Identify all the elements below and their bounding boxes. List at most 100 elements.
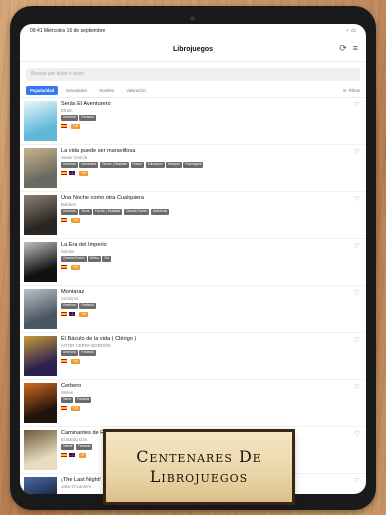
favorite-heart-icon[interactable]: ♡ [354,337,360,344]
age-rating-badge: +16 [71,264,80,270]
camera-dot [190,16,195,21]
age-rating-badge: +18 [71,123,80,129]
favorite-heart-icon[interactable]: ♡ [354,478,360,485]
book-cover [24,242,57,282]
genre-tag: Aventura [61,303,78,309]
banner-line-2: Librojuegos [149,467,249,486]
book-info: La Era del Imperio Soloks Ciencia Ficción B… [61,242,360,285]
book-author: Efrain [61,108,73,113]
genre-tags: Aventura Fantasía [61,303,360,309]
genre-tag: Ficción | Realidad [99,162,130,168]
favorite-heart-icon[interactable]: ♡ [354,243,360,250]
book-cover [24,430,57,470]
book-title: Una Noche como otra Cualquiera [61,195,145,201]
genre-tag: Terror [61,397,74,403]
genre-tags: Terror Fantasía [61,397,360,403]
search-input[interactable]: Buscar por título o autor [26,68,360,81]
book-row[interactable]: Montaraz Anónimo Aventura Fantasía +16 ♡ [20,286,366,333]
genre-tag: Fantasía [75,444,93,450]
book-meta: +18 [61,123,360,129]
genre-tag: Ciencia Ficción [123,209,150,215]
book-info: Serás El Aventurero Efrain Aventura Fantasí… [61,101,360,144]
status-right: ◔ ▭ [345,28,356,34]
genre-tag: Doméstica [79,162,99,168]
app-screen: 09:41 Miércoles 16 de septiembre ◔ ▭ Lib… [20,24,366,494]
favorite-heart-icon[interactable]: ♡ [354,384,360,391]
page-title: Librojuegos [172,46,214,53]
age-rating-badge: +18 [79,170,88,176]
book-author: Javier García [61,155,88,160]
book-cover [24,195,57,235]
tab-popularidad[interactable]: Popularidad [26,86,59,95]
book-cover [24,101,57,141]
filters-button[interactable]: ☰ Filtros [343,88,360,93]
favorite-heart-icon[interactable]: ♡ [354,149,360,156]
genre-tag: Fantasía [79,350,96,356]
battery-icon: ▭ [351,28,356,34]
status-time: 09:41 Miércoles 16 de septiembre [30,28,106,34]
promo-banner: Centenares De Librojuegos [106,432,292,502]
tab-valoracion[interactable]: Valoración [122,86,149,95]
genre-tag: Ficción | Realidad [93,209,123,215]
favorite-heart-icon[interactable]: ♡ [354,102,360,109]
genre-tags: Aventura Terror Ficción | Realidad Ciencia … [61,209,360,215]
uk-flag-icon [69,312,75,317]
book-row[interactable]: Serás El Aventurero Efrain Aventura Fantasí… [20,98,366,145]
book-row[interactable]: La Era del Imperio Soloks Ciencia Ficción B… [20,239,366,286]
favorite-heart-icon[interactable]: ♡ [354,290,360,297]
spain-flag-icon [61,312,67,317]
tab-novedades[interactable]: Novedades [62,86,91,95]
genre-tag: Humor [130,162,145,168]
book-cover [24,289,57,329]
genre-tag: Aventura [61,209,78,215]
book-meta: +16 [61,264,360,270]
favorite-heart-icon[interactable]: ♡ [354,196,360,203]
age-rating-badge: +6 [79,452,86,458]
book-cover [24,336,57,376]
tab-nombre[interactable]: Nombre [95,86,118,95]
genre-tag: Infantil [61,444,75,450]
genre-tag: Aventura [61,350,78,356]
book-cover [24,148,57,188]
genre-tag: Educación [145,162,165,168]
book-title: Cerbero [61,383,82,389]
book-info: Cerbero Sinles Terror Fantasía +16 [61,383,360,426]
genre-tag: Aventuras [150,209,170,215]
age-rating-badge: +16 [79,311,88,317]
book-title: El Báculo de la vida ( Clérigo ) [61,336,137,342]
genre-tags: Aventura Doméstica Ficción | Realidad Humor… [61,162,360,168]
favorite-heart-icon[interactable]: ♡ [354,431,360,438]
menu-icon[interactable]: ≡ [353,44,358,53]
spain-flag-icon [61,265,67,270]
book-meta: +18 [61,170,360,176]
genre-tag: Ciencia Ficción [61,256,87,262]
book-info: Una Noche como otra Cualquiera Baldren Ave… [61,195,360,238]
book-meta: +16 [61,311,360,317]
book-info: La vida puede ser maravillosa Javier Garc… [61,148,360,191]
genre-tag: Aventura [61,115,78,121]
book-row[interactable]: El Báculo de la vida ( Clérigo ) AITOR CE… [20,333,366,380]
book-author: Baldren [61,202,77,207]
book-title: La vida puede ser maravillosa [61,148,136,154]
book-row[interactable]: Una Noche como otra Cualquiera Baldren Ave… [20,192,366,239]
age-rating-badge: +16 [71,405,80,411]
age-rating-badge: +16 [71,358,80,364]
navigation-bar: Librojuegos ⟳ ≡ [20,38,366,62]
genre-tag: Bélica [88,256,101,262]
genre-tag: Aventura [61,162,78,168]
spain-flag-icon [61,218,67,223]
genre-tag: Terror [79,209,92,215]
book-row[interactable]: Cerbero Sinles Terror Fantasía +16 ♡ [20,380,366,427]
book-author: Soloks [61,249,75,254]
genre-tags: Aventura Fantasía [61,350,360,356]
banner-line-1: Centenares De [136,447,262,466]
book-row[interactable]: La vida puede ser maravillosa Javier Garc… [20,145,366,192]
book-author: Anónimo [61,296,79,301]
spain-flag-icon [61,453,67,458]
uk-flag-icon [69,453,75,458]
refresh-icon[interactable]: ⟳ [339,44,347,53]
book-author: AITOR CERPA BORDÓN [61,343,111,348]
book-info: Montaraz Anónimo Aventura Fantasía +16 [61,289,360,332]
genre-tag: Distopía [166,162,182,168]
genre-tags: Aventura Fantasía [61,115,360,121]
